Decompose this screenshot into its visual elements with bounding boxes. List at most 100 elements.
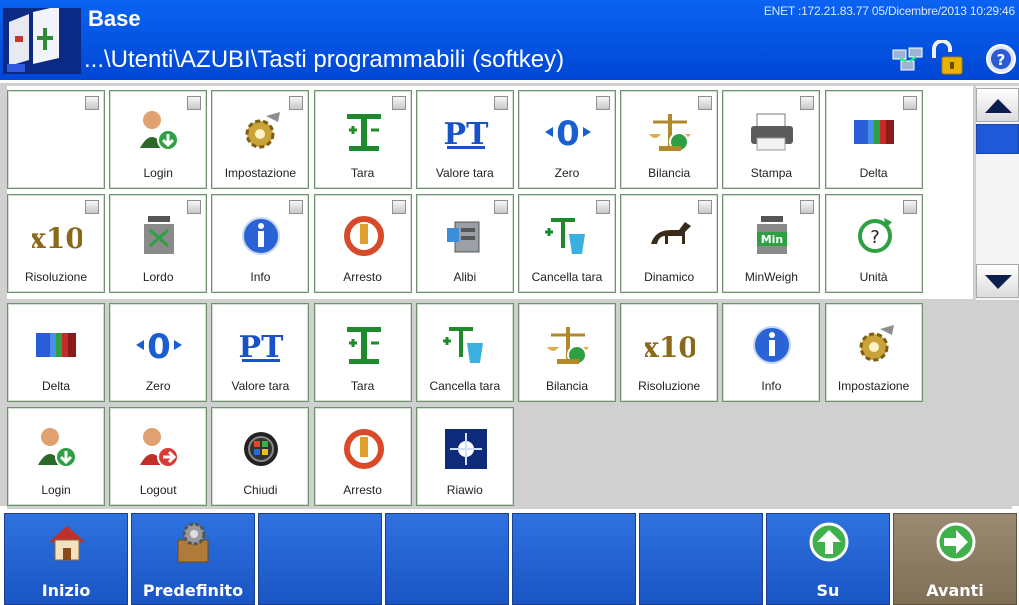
assigned-softkey-tile[interactable]: Chiudi	[211, 407, 310, 506]
available-softkey-tile[interactable]: Impostazione	[211, 90, 310, 189]
assigned-softkey-tile[interactable]: x10 Risoluzione	[620, 303, 719, 402]
available-softkey-tile[interactable]: Alibi	[415, 194, 514, 293]
softkey-bar: Inizio Predefinito Su Avanti	[0, 509, 1019, 605]
tile-label: Chiudi	[243, 483, 278, 497]
tile-label: Risoluzione	[638, 379, 701, 393]
available-softkeys-pane: Login Impostazione Tara PT Valore tara 0 Zero B…	[7, 86, 973, 299]
softkey-label: Avanti	[926, 581, 984, 600]
available-softkey-tile[interactable]: Delta	[824, 90, 923, 189]
available-softkey-tile[interactable]: Dinamico	[620, 194, 719, 293]
scroll-down-button[interactable]	[976, 264, 1019, 298]
home-button[interactable]: Inizio	[4, 513, 128, 605]
info-icon	[753, 326, 792, 364]
available-softkey-tile[interactable]: Min MinWeigh	[722, 194, 821, 293]
available-softkey-tile[interactable]: Info	[211, 194, 310, 293]
tile-label: Logout	[139, 483, 177, 497]
available-softkey-tile[interactable]: 0 Zero	[518, 90, 616, 189]
assigned-softkey-tile[interactable]: Info	[722, 303, 821, 402]
zero-icon: 0	[136, 327, 183, 367]
x10-icon: x10	[645, 331, 695, 364]
arrow-right-icon	[936, 522, 976, 562]
tile-checkbox[interactable]	[698, 200, 713, 214]
available-softkey-tile[interactable]: Arresto	[313, 194, 412, 293]
tile-checkbox[interactable]	[391, 200, 406, 214]
triangle-down-icon	[985, 275, 1012, 289]
tile-label: Delta	[859, 166, 888, 180]
tile-label: Info	[250, 270, 271, 284]
tile-checkbox[interactable]	[902, 96, 917, 110]
tile-checkbox[interactable]	[187, 96, 202, 110]
available-softkey-tile[interactable]: Tara	[313, 90, 412, 189]
app-logo-icon	[3, 8, 81, 74]
available-softkey-tile[interactable]: ? Unità	[824, 194, 923, 293]
logout-icon	[140, 428, 180, 468]
available-softkey-tile[interactable]: Bilancia	[620, 90, 719, 189]
available-softkey-tile[interactable]: PT Valore tara	[415, 90, 514, 189]
assigned-softkey-tile[interactable]: Login	[7, 407, 105, 506]
units-icon: ?	[857, 218, 892, 253]
available-softkey-tile[interactable]: Lordo	[109, 194, 208, 293]
softkey-empty-3[interactable]	[258, 513, 382, 605]
available-softkey-tile[interactable]: x10 Risoluzione	[7, 194, 105, 293]
up-button[interactable]: Su	[766, 513, 890, 605]
tile-checkbox[interactable]	[493, 96, 508, 110]
tile-checkbox[interactable]	[187, 200, 202, 214]
tile-checkbox[interactable]	[698, 96, 713, 110]
softkey-empty-6[interactable]	[639, 513, 763, 605]
scroll-thumb[interactable]	[976, 124, 1019, 154]
unlocked-padlock-icon	[932, 40, 963, 75]
assigned-softkey-tile[interactable]: Riawio	[415, 407, 514, 506]
assigned-softkey-tile[interactable]: 0 Zero	[109, 303, 208, 402]
network-icon	[892, 47, 923, 71]
default-button[interactable]: Predefinito	[131, 513, 255, 605]
tile-checkbox[interactable]	[493, 200, 508, 214]
tile-label: MinWeigh	[744, 270, 798, 284]
vertical-scrollbar[interactable]	[976, 86, 1019, 300]
info-icon	[242, 217, 281, 255]
tile-label: Zero	[145, 379, 171, 393]
assigned-softkey-tile[interactable]: Impostazione	[824, 303, 923, 402]
assigned-softkey-tile[interactable]: Logout	[109, 407, 208, 506]
tile-checkbox[interactable]	[800, 96, 815, 110]
tare-icon	[346, 327, 381, 364]
tile-checkbox[interactable]	[289, 96, 304, 110]
tile-checkbox[interactable]	[800, 200, 815, 214]
breadcrumb-path: ...\Utenti\AZUBI\Tasti programmabili (so…	[84, 46, 565, 73]
tile-checkbox[interactable]	[391, 96, 406, 110]
assigned-softkey-tile[interactable]: Bilancia	[518, 303, 616, 402]
assigned-softkey-tile[interactable]: Delta	[7, 303, 105, 402]
page-title: Base	[88, 6, 141, 31]
available-softkey-tile[interactable]: Login	[109, 90, 208, 189]
scroll-up-button[interactable]	[976, 88, 1019, 122]
tile-checkbox[interactable]	[902, 200, 917, 214]
svg-text:0: 0	[556, 114, 580, 154]
tile-label: Dinamico	[644, 270, 695, 284]
tile-checkbox[interactable]	[596, 200, 610, 214]
available-softkey-tile[interactable]: Stampa	[722, 90, 821, 189]
horse-icon	[651, 222, 692, 244]
tile-label: Alibi	[453, 270, 477, 284]
tile-label: Stampa	[750, 166, 793, 180]
settings-gear-icon	[245, 112, 281, 149]
help-icon[interactable]: ?	[966, 40, 1016, 76]
delta-icon	[853, 120, 894, 144]
softkey-empty-5[interactable]	[512, 513, 636, 605]
tile-checkbox[interactable]	[85, 96, 99, 110]
tile-checkbox[interactable]	[596, 96, 610, 110]
tile-label: Tara	[350, 379, 375, 393]
next-button[interactable]: Avanti	[893, 513, 1017, 605]
clear-tare-icon	[442, 327, 483, 363]
available-softkey-tile[interactable]	[7, 90, 105, 189]
tile-checkbox[interactable]	[289, 200, 304, 214]
assigned-softkey-tile[interactable]: Tara	[313, 303, 412, 402]
available-softkey-tile[interactable]: Cancella tara	[518, 194, 616, 293]
svg-text:x10: x10	[645, 331, 695, 364]
assigned-softkey-tile[interactable]: PT Valore tara	[211, 303, 310, 402]
assigned-softkey-tile[interactable]: Cancella tara	[415, 303, 514, 402]
delta-icon	[36, 333, 76, 357]
tile-label: Login	[143, 166, 173, 180]
softkey-empty-4[interactable]	[385, 513, 509, 605]
printer-icon	[751, 113, 794, 151]
assigned-softkey-tile[interactable]: Arresto	[313, 407, 412, 506]
tile-checkbox[interactable]	[85, 200, 99, 214]
